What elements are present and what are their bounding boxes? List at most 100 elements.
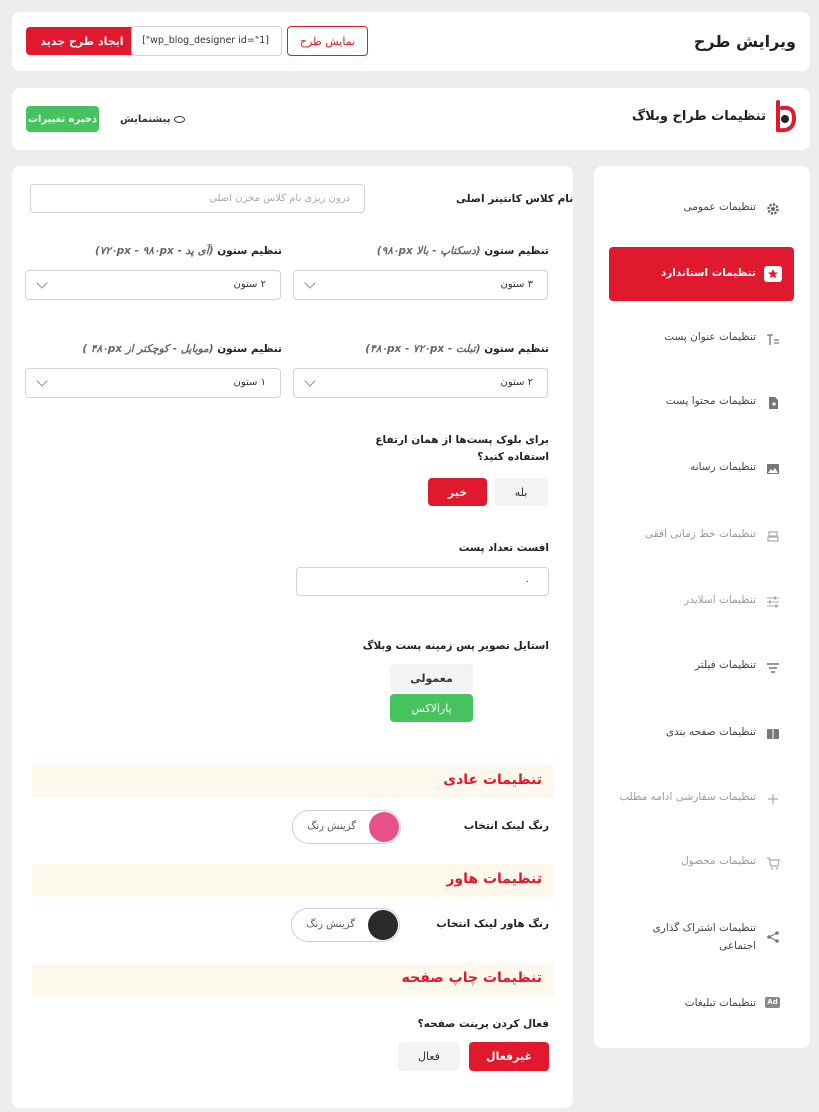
container-class-label: نام کلاس کانتینر اصلی <box>456 193 574 205</box>
sidebar-item-read-more[interactable]: تنظیمات سفارشی ادامه مطلب <box>609 771 794 825</box>
print-inactive-button[interactable]: غیرفعال <box>469 1042 549 1071</box>
chevron-down-icon <box>36 375 48 387</box>
column-tablet-select[interactable]: ۲ ستون <box>293 368 548 398</box>
sidebar-item-product[interactable]: تنظیمات محصول <box>609 835 794 889</box>
column-mobile-label-text: تنظیم ستون <box>217 343 282 355</box>
print-active-button[interactable]: فعال <box>398 1042 460 1071</box>
chevron-down-icon <box>36 277 48 289</box>
sidebar-item-standard[interactable]: تنظیمات استاندارد <box>609 247 794 301</box>
link-color-swatch <box>369 812 399 842</box>
create-new-layout-button[interactable]: ایجاد طرح جدید <box>26 27 138 55</box>
book-icon <box>766 726 780 740</box>
sidebar-item-label: تنظیمات تبلیغات <box>684 997 756 1009</box>
sidebar-item-filter[interactable]: تنظیمات فیلتر <box>609 639 794 693</box>
offset-label: افست تعداد پست <box>458 542 549 554</box>
hover-link-color-label: رنگ هاور لینک انتخاب <box>436 918 549 930</box>
sidebar-item-slider[interactable]: تنظیمات اسلایدر <box>609 574 794 628</box>
column-desktop-select[interactable]: ۳ ستون <box>293 270 548 300</box>
same-height-no-button[interactable]: خیر <box>428 478 487 506</box>
sidebar-item-label: تنظیمات صفحه بندی <box>665 726 756 738</box>
print-settings-header: تنظیمات چاپ صفحه <box>32 963 554 996</box>
sidebar-item-media[interactable]: تنظیمات رسانه <box>609 441 794 495</box>
cart-icon <box>766 855 780 870</box>
shortcode-field[interactable]: ["wp_blog_designer id="1] <box>131 26 282 56</box>
chevron-down-icon <box>304 277 316 289</box>
eye-icon <box>174 115 186 123</box>
hover-link-color-picker-label: گزینش رنگ <box>306 919 355 930</box>
container-class-placeholder: درون ریزی نام کلاس مخزن اصلی <box>209 193 350 204</box>
column-ipad-select[interactable]: ۲ ستون <box>25 270 281 300</box>
column-tablet-hint: (تبلت - ۴۸۰px - ۷۲۰px) <box>365 343 481 355</box>
print-settings-title: تنظیمات چاپ صفحه <box>401 970 542 986</box>
brand-logo-icon <box>776 100 797 133</box>
column-desktop-label: تنظیم ستون (دسکتاپ - بالا ۹۸۰px) <box>377 245 549 257</box>
same-height-label-line2: استفاده کنید؟ <box>477 451 549 463</box>
filter-icon <box>766 660 780 674</box>
bg-style-label: استایل تصویر پس زمینه پست وبلاگ <box>362 640 549 652</box>
save-changes-button[interactable]: ذخیره تغییرات <box>26 106 99 132</box>
preview-label: پیشنمایش <box>120 113 171 125</box>
column-ipad-hint: (آی پد - ۷۲۰px - ۹۸۰px) <box>94 245 214 257</box>
column-desktop-value: ۳ ستون <box>500 279 533 290</box>
gear-icon <box>766 201 780 215</box>
offset-input[interactable]: ۰ <box>296 567 549 596</box>
offset-value: ۰ <box>524 576 530 587</box>
plus-icon <box>766 791 780 805</box>
same-height-yes-button[interactable]: بله <box>494 478 548 506</box>
column-tablet-value: ۲ ستون <box>500 377 533 388</box>
container-class-input[interactable]: درون ریزی نام کلاس مخزن اصلی <box>30 184 365 213</box>
sidebar-item-post-content[interactable]: تنظیمات محتوا پست <box>609 375 794 429</box>
hover-settings-header: تنظیمات هاور <box>32 864 554 897</box>
sidebar-item-label: تنظیمات رسانه <box>690 461 756 473</box>
hover-link-color-swatch <box>368 910 398 940</box>
column-tablet-label-text: تنظیم ستون <box>484 343 549 355</box>
column-ipad-label: تنظیم ستون (آی پد - ۷۲۰px - ۹۸۰px) <box>95 245 282 257</box>
sidebar-item-pagination[interactable]: تنظیمات صفحه بندی <box>609 706 794 760</box>
hover-settings-title: تنظیمات هاور <box>446 871 542 887</box>
link-color-picker-label: گزینش رنگ <box>307 821 356 832</box>
column-ipad-label-text: تنظیم ستون <box>217 245 282 257</box>
same-height-label-line1: برای بلوک پست‌ها از همان ارتفاع <box>375 434 549 446</box>
print-enable-label: فعال کردن پرینت صفحه؟ <box>417 1018 549 1030</box>
document-add-icon <box>766 395 780 409</box>
timeline-icon <box>766 528 780 542</box>
sidebar-item-ads[interactable]: Ad تنظیمات تبلیغات <box>609 977 794 1031</box>
brand-logo <box>772 100 797 134</box>
image-icon <box>766 461 780 475</box>
column-desktop-hint: (دسکتاپ - بالا ۹۸۰px) <box>376 245 481 257</box>
column-mobile-label: تنظیم ستون (موبایل - کوچکتر از ۴۸۰px ) <box>82 343 282 355</box>
sidebar-item-label: تنظیمات استاندارد <box>660 267 756 279</box>
link-color-label: رنگ لینک انتخاب <box>463 820 549 832</box>
column-mobile-value: ۱ ستون <box>233 377 266 388</box>
shortcode-value: ["wp_blog_designer id="1] <box>142 35 269 46</box>
bg-style-parallax-button[interactable]: پارالاکس <box>390 694 473 722</box>
brand-title: تنظیمات طراح وبلاگ <box>631 109 766 124</box>
column-desktop-label-text: تنظیم ستون <box>484 245 549 257</box>
sidebar-item-social-share[interactable]: تنظیمات اشتراک گذاری اجتماعی <box>609 906 794 968</box>
sidebar-item-general[interactable]: تنظیمات عمومی <box>609 181 794 235</box>
sidebar-item-label: تنظیمات محتوا پست <box>665 395 756 407</box>
sidebar-item-label: تنظیمات اسلایدر <box>684 594 756 606</box>
star-badge-icon <box>764 266 782 282</box>
sidebar-item-label: تنظیمات محصول <box>681 855 756 867</box>
share-icon <box>766 929 780 943</box>
sidebar-item-label: تنظیمات عمومی <box>683 201 756 213</box>
sidebar-item-label: تنظیمات فیلتر <box>695 659 756 671</box>
sidebar-item-post-title[interactable]: تنظیمات عنوان پست <box>609 311 794 365</box>
plugin-toolbar: تنظیمات طراح وبلاگ ذخیره تغییرات پیشنمای… <box>12 88 810 150</box>
ad-icon: Ad <box>765 997 780 1008</box>
hover-link-color-picker[interactable]: گزینش رنگ <box>291 908 400 942</box>
bg-style-normal-button[interactable]: معمولی <box>390 664 473 692</box>
sidebar-item-label: تنظیمات سفارشی ادامه مطلب <box>619 791 756 803</box>
show-layout-button[interactable]: نمایش طرح <box>287 26 368 56</box>
normal-settings-header: تنظیمات عادی <box>32 765 554 798</box>
column-mobile-select[interactable]: ۱ ستون <box>25 368 281 398</box>
sidebar-item-label: تنظیمات اشتراک گذاری اجتماعی <box>652 922 756 952</box>
link-color-picker[interactable]: گزینش رنگ <box>292 810 401 844</box>
sliders-icon <box>766 594 780 608</box>
preview-link[interactable]: پیشنمایش <box>120 111 186 127</box>
text-title-icon <box>766 332 780 346</box>
sidebar-item-timeline[interactable]: تنظیمات خط زمانی افقی <box>609 508 794 562</box>
column-mobile-hint: (موبایل - کوچکتر از ۴۸۰px ) <box>82 343 214 355</box>
column-ipad-value: ۲ ستون <box>233 279 266 290</box>
